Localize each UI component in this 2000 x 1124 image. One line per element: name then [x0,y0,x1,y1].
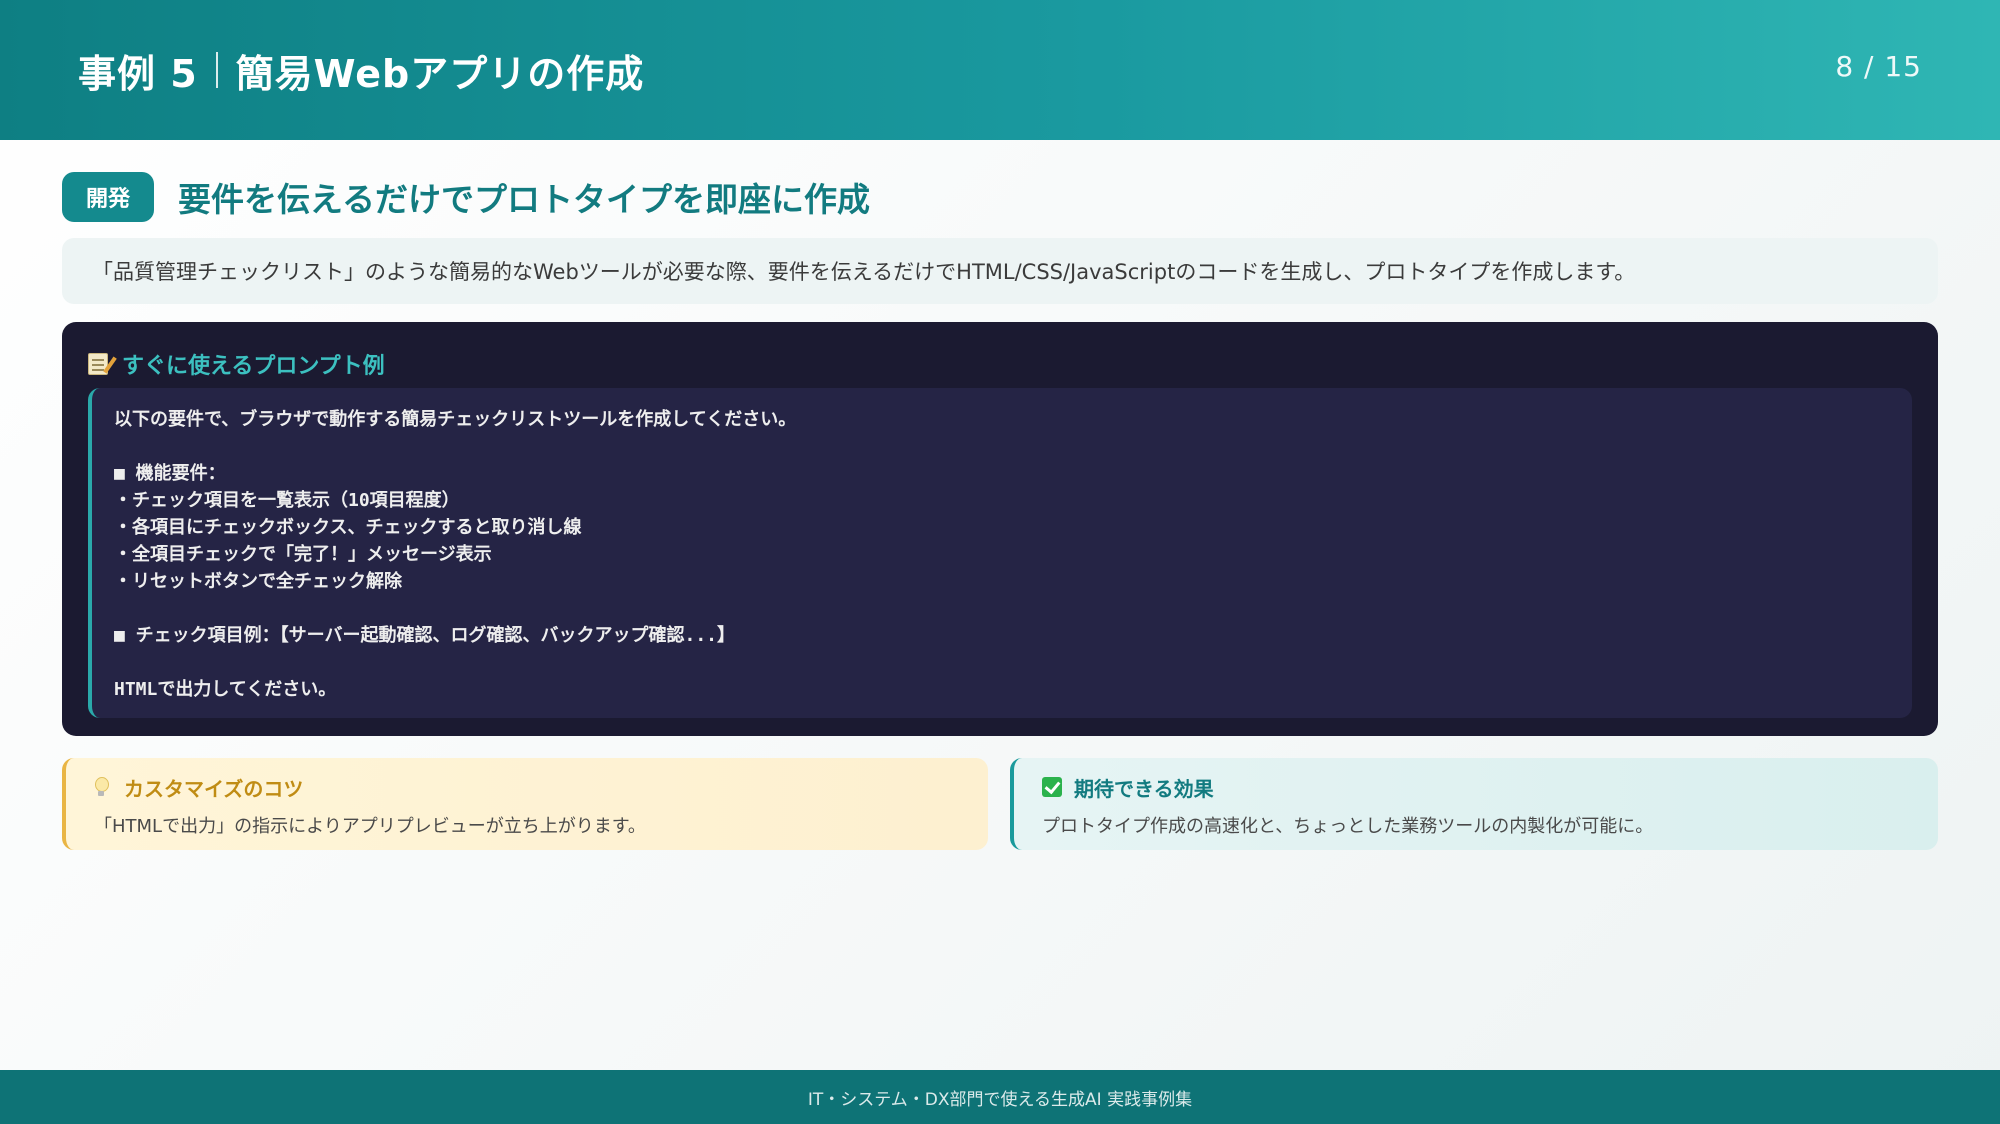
prompt-line: 以下の要件で、ブラウザで動作する簡易チェックリストツールを作成してください。 [114,409,797,430]
description-box: 「品質管理チェックリスト」のような簡易的なWebツールが必要な際、要件を伝えるだ… [62,238,1938,304]
customize-tip-body: 「HTMLで出力」の指示によりアプリプレビューが立ち上がります。 [94,816,646,837]
page-number: 8 / 15 [1835,50,1922,83]
prompt-line: HTMLで出力してください。 [114,679,337,700]
prompt-line [114,595,1912,622]
prompt-heading: すぐに使えるプロンプト例 [88,344,385,384]
case-title: 簡易Webアプリの作成 [235,51,645,96]
customize-tip-title: カスタマイズのコツ [94,772,988,802]
customize-tip-card: カスタマイズのコツ 「HTMLで出力」の指示によりアプリプレビューが立ち上がりま… [62,758,988,850]
prompt-line: ・各項目にチェックボックス、チェックすると取り消し線 [114,517,582,538]
memo-icon [88,353,108,375]
effect-tip-card: 期待できる効果 プロトタイプ作成の高速化と、ちょっとした業務ツールの内製化が可能… [1010,758,1938,850]
lightbulb-icon [94,777,109,797]
prompt-panel: すぐに使えるプロンプト例 以下の要件で、ブラウザで動作する簡易チェックリストツー… [62,322,1938,736]
category-badge: 開発 [62,172,154,222]
description-text: 「品質管理チェックリスト」のような簡易的なWebツールが必要な際、要件を伝えるだ… [92,260,1636,284]
effect-tip-title: 期待できる効果 [1042,772,1938,802]
prompt-line [114,649,1912,676]
prompt-code-block[interactable]: 以下の要件で、ブラウザで動作する簡易チェックリストツールを作成してください。 ■… [88,388,1912,718]
section-title: 要件を伝えるだけでプロトタイプを即座に作成 [178,180,871,219]
effect-tip-body: プロトタイプ作成の高速化と、ちょっとした業務ツールの内製化が可能に。 [1042,816,1654,837]
effect-tip-title-text: 期待できる効果 [1074,776,1214,801]
prompt-line [114,433,1912,460]
prompt-line: ・リセットボタンで全チェック解除 [114,571,402,592]
footer-text: IT・システム・DX部門で使える生成AI 実践事例集 [807,1089,1193,1110]
prompt-line: ■ チェック項目例：【サーバー起動確認、ログ確認、バックアップ確認...】 [114,625,736,646]
prompt-heading-text: すぐに使えるプロンプト例 [122,354,385,379]
prompt-line: ・チェック項目を一覧表示（10項目程度） [114,490,460,511]
prompt-line: ・全項目チェックで「完了！」メッセージ表示 [114,544,492,565]
title-separator [215,52,218,88]
check-mark-icon [1042,777,1062,797]
customize-tip-title-text: カスタマイズのコツ [124,776,304,801]
slide-header: 事例 5 簡易Webアプリの作成 8 / 15 [0,0,2000,140]
slide-title: 事例 5 簡易Webアプリの作成 [78,40,644,100]
slide-footer: IT・システム・DX部門で使える生成AI 実践事例集 [0,1070,2000,1124]
prompt-line: ■ 機能要件： [114,463,226,484]
case-label: 事例 5 [78,51,198,96]
